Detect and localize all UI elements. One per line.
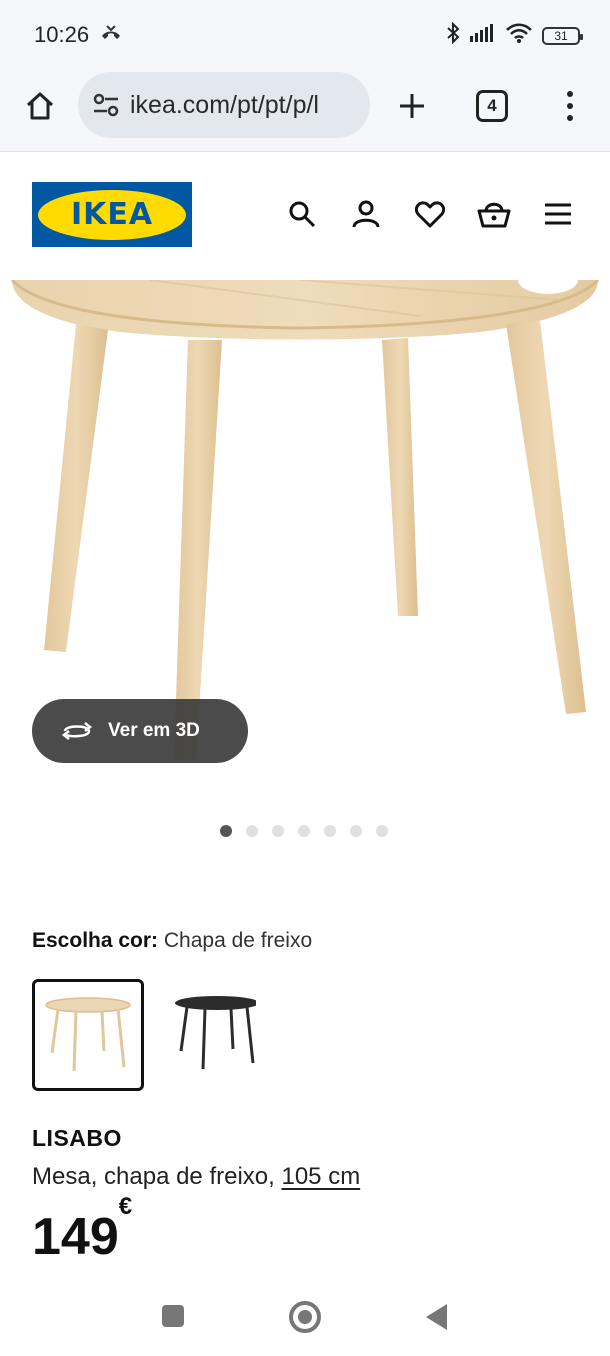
- address-bar[interactable]: ikea.com/pt/pt/p/l: [78, 72, 370, 138]
- product-price: 149€: [32, 1193, 132, 1267]
- gallery-dot[interactable]: [350, 825, 362, 837]
- color-swatch-black[interactable]: [152, 979, 264, 1091]
- gallery-dot[interactable]: [376, 825, 388, 837]
- user-icon: [352, 200, 380, 228]
- rotate-3d-icon: [61, 722, 93, 740]
- site-settings-icon[interactable]: [92, 91, 120, 119]
- hamburger-menu-button[interactable]: [540, 196, 576, 232]
- gallery-dot[interactable]: [272, 825, 284, 837]
- gallery-dot[interactable]: [246, 825, 258, 837]
- logo-text: IKEA: [70, 197, 154, 232]
- gallery-dot[interactable]: [220, 825, 232, 837]
- product-size-link[interactable]: 105 cm: [281, 1163, 360, 1190]
- plus-icon: [400, 94, 424, 118]
- site-header: IKEA: [0, 152, 610, 280]
- wifi-icon: [506, 23, 532, 48]
- menu-icon: [545, 203, 571, 225]
- black-table-thumbnail: [175, 996, 256, 1070]
- new-tab-button[interactable]: [392, 86, 432, 126]
- home-button[interactable]: [20, 86, 60, 126]
- status-bar: 10:26 31: [0, 0, 610, 72]
- status-time: 10:26: [34, 22, 90, 47]
- price-value: 149: [32, 1208, 119, 1266]
- basket-icon: [477, 202, 511, 228]
- product-name: LISABO: [32, 1125, 122, 1151]
- product-type: Mesa, chapa de freixo,: [32, 1163, 275, 1190]
- view-in-3d-button[interactable]: Ver em 3D: [32, 699, 248, 763]
- favourites-button[interactable]: [412, 196, 448, 232]
- bluetooth-icon: [446, 21, 460, 49]
- price-currency: €: [118, 1192, 133, 1220]
- gallery-dot[interactable]: [298, 825, 310, 837]
- selected-color: Chapa de freixo: [163, 929, 313, 952]
- more-vert-icon: [567, 91, 573, 97]
- search-icon: [289, 201, 316, 228]
- missed-call-icon: [100, 24, 122, 47]
- home-nav-button[interactable]: [289, 1301, 321, 1333]
- view-in-3d-label: Ver em 3D: [108, 720, 200, 741]
- system-nav-bar: [0, 1280, 610, 1356]
- account-button[interactable]: [348, 196, 384, 232]
- color-swatch-ash[interactable]: [32, 979, 144, 1091]
- signal-icon: [470, 24, 496, 47]
- search-button[interactable]: [284, 196, 320, 232]
- status-icons: 31: [446, 21, 583, 49]
- gallery-dot[interactable]: [324, 825, 336, 837]
- color-label: Escolha cor:: [32, 929, 159, 952]
- gallery-pagination: [220, 825, 388, 837]
- back-button[interactable]: [426, 1304, 447, 1330]
- ikea-logo[interactable]: IKEA: [32, 182, 192, 247]
- home-icon: [26, 92, 54, 120]
- browser-toolbar: ikea.com/pt/pt/p/l 4: [0, 72, 610, 152]
- url-text[interactable]: ikea.com/pt/pt/p/l: [130, 91, 319, 120]
- product-description: Mesa, chapa de freixo, 105 cm: [32, 1163, 360, 1191]
- cart-button[interactable]: [476, 196, 512, 232]
- recents-button[interactable]: [162, 1305, 184, 1327]
- heart-icon: [415, 201, 445, 228]
- browser-menu-button[interactable]: [556, 86, 584, 126]
- ash-table-thumbnail: [45, 997, 131, 1072]
- tab-switcher-button[interactable]: 4: [476, 90, 508, 122]
- battery-indicator: 31: [542, 26, 583, 45]
- color-selection: Escolha cor: Chapa de freixo: [32, 929, 312, 953]
